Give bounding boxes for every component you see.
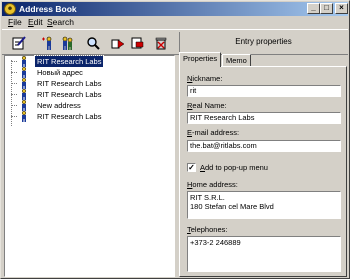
close-icon: × (339, 3, 344, 12)
address-tree[interactable]: RIT Research Labs Новый адрес RIT Resear… (4, 55, 175, 277)
email-label: E-mail address: (187, 128, 240, 137)
tree-item[interactable]: RIT Research Labs (5, 78, 176, 89)
add-group-button[interactable] (57, 34, 75, 52)
home-address-field[interactable]: RIT S.R.L. 180 Stefan cel Mare Blvd (187, 191, 341, 219)
popup-menu-label[interactable]: Add to pop-up menu (200, 163, 268, 172)
minimize-icon: _ (311, 3, 316, 12)
delete-button[interactable] (152, 34, 170, 52)
tree-item[interactable]: RIT Research Labs (5, 55, 176, 68)
find-icon (87, 37, 100, 50)
add-person-button[interactable] (39, 34, 57, 52)
person-icon (21, 100, 27, 111)
maximize-button[interactable]: □ (320, 3, 333, 14)
tree-item-label: RIT Research Labs (37, 90, 102, 99)
minimize-button[interactable]: _ (307, 3, 320, 14)
address-book-window: ☻ Address Book _ □ × File Edit Search En… (0, 0, 350, 279)
forward-button[interactable] (109, 34, 127, 52)
edit-icon (12, 36, 26, 50)
window-title: Address Book (19, 4, 77, 14)
move-button[interactable] (128, 34, 146, 52)
tree-item[interactable]: Новый адрес (5, 67, 176, 78)
real-name-field[interactable]: RIT Research Labs (187, 112, 341, 124)
app-logo-icon: ☻ (4, 3, 16, 15)
tab-properties[interactable]: Properties (179, 52, 222, 67)
menu-edit[interactable]: Edit (28, 17, 43, 27)
email-field[interactable]: the.bat@ritlabs.com (187, 140, 341, 152)
tree-item[interactable]: RIT Research Labs (5, 111, 176, 122)
find-button[interactable] (84, 34, 102, 52)
tree-item-label: RIT Research Labs (33, 55, 105, 68)
close-button[interactable]: × (335, 3, 348, 14)
title-bar[interactable]: ☻ Address Book _ □ × (2, 2, 348, 16)
tree-item-label: Новый адрес (37, 68, 83, 77)
real-name-label: Real Name: (187, 101, 227, 110)
menu-file[interactable]: File (8, 17, 22, 27)
menu-search[interactable]: Search (47, 17, 74, 27)
nickname-field[interactable]: rit (187, 85, 341, 97)
add-group-icon (62, 36, 73, 50)
nickname-label: Nickname: (187, 74, 223, 83)
telephones-field[interactable]: +373-2 246889 (187, 236, 341, 272)
person-icon (21, 56, 27, 67)
tab-strip: Properties Memo (179, 52, 349, 67)
properties-panel: Nickname: rit Real Name: RIT Research La… (179, 66, 347, 277)
edit-entry-button[interactable] (10, 34, 28, 52)
move-icon (131, 37, 144, 49)
tree-item-label: New address (37, 101, 81, 110)
add-person-icon (42, 36, 52, 50)
person-icon (21, 89, 27, 100)
home-address-label: Home address: (187, 180, 238, 189)
delete-icon (155, 37, 167, 50)
tree-item-label: RIT Research Labs (37, 79, 102, 88)
tree-item-label: RIT Research Labs (37, 112, 102, 121)
person-icon (21, 111, 27, 122)
person-icon (21, 67, 27, 78)
menu-bar: File Edit Search (2, 16, 348, 28)
tree-item[interactable]: New address (5, 100, 176, 111)
telephones-label: Telephones: (187, 225, 228, 234)
entry-properties-header: Entry properties (179, 32, 347, 52)
tree-item[interactable]: RIT Research Labs (5, 89, 176, 100)
popup-menu-checkbox[interactable]: ✓ (187, 163, 196, 172)
person-icon (21, 78, 27, 89)
forward-icon (111, 39, 125, 49)
maximize-icon: □ (324, 3, 329, 12)
